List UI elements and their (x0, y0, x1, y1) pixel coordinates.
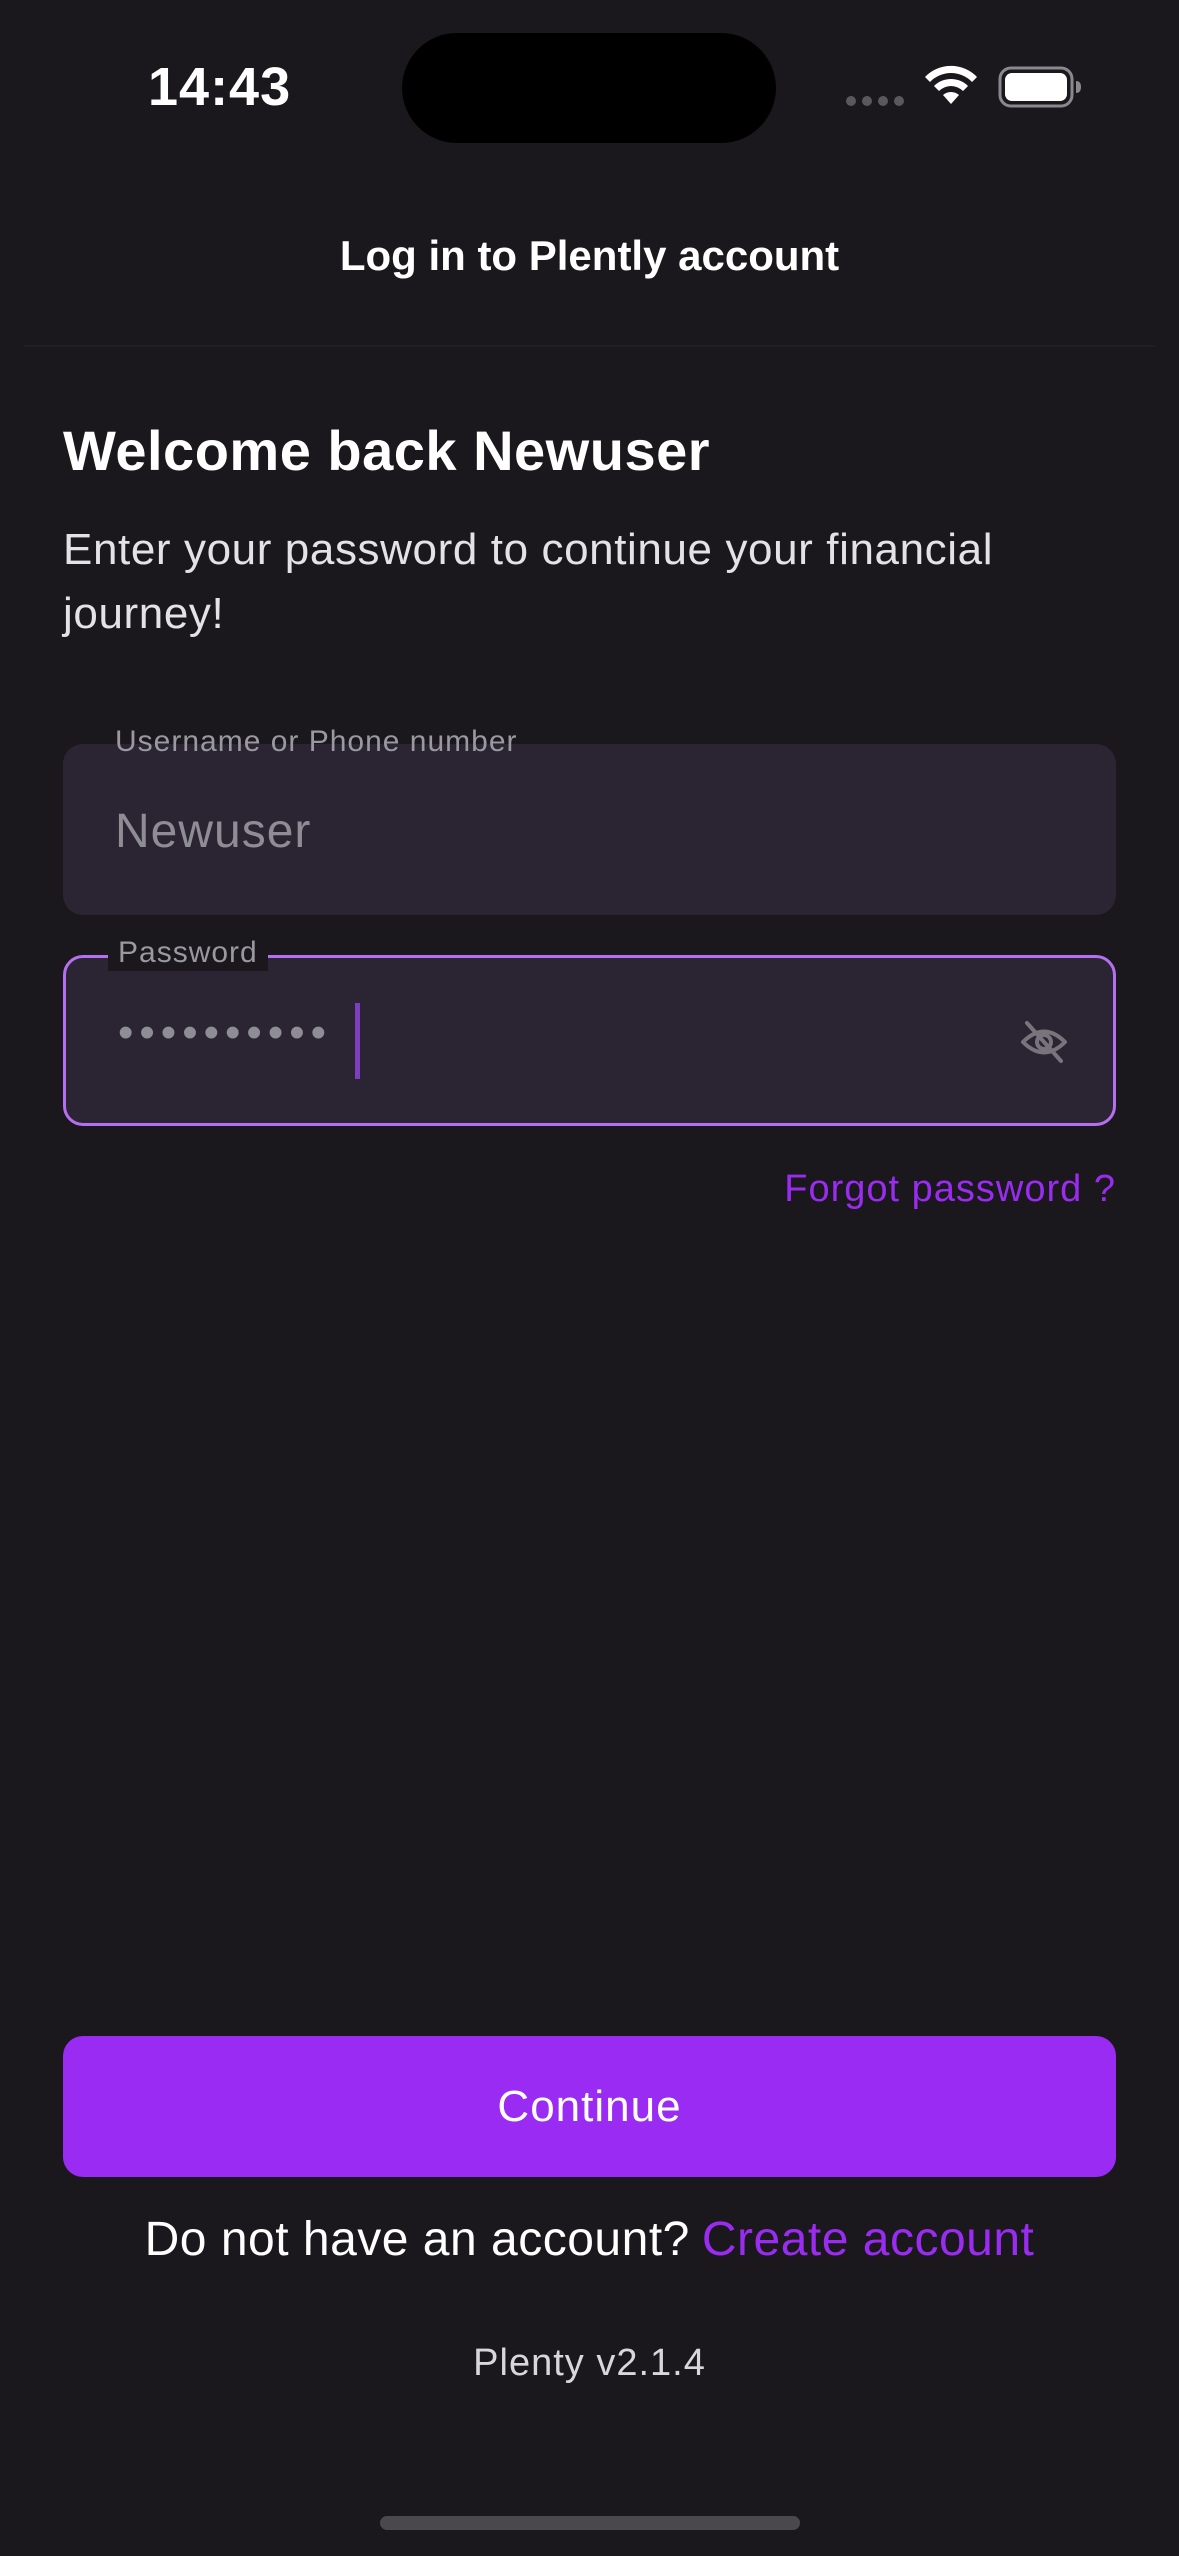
status-time: 14:43 (148, 57, 292, 117)
no-account-text: Do not have an account? (144, 2213, 690, 2266)
password-label: Password (108, 935, 268, 971)
signup-row: Do not have an account? Create account (0, 2212, 1179, 2267)
wifi-icon (925, 65, 977, 104)
header-divider (24, 345, 1155, 347)
username-value[interactable]: Newuser (115, 804, 311, 859)
username-label: Username or Phone number (115, 725, 518, 758)
welcome-subtitle: Enter your password to continue your fin… (63, 525, 994, 638)
battery-icon (998, 66, 1081, 108)
welcome-heading: Welcome back Newuser (63, 419, 711, 482)
page-title: Log in to Plently account (339, 232, 840, 279)
cellular-signal-icon (846, 96, 904, 106)
forgot-password-link[interactable]: Forgot password ? (784, 1168, 1116, 1211)
status-bar: 14:43 (0, 0, 1179, 180)
text-caret (355, 1003, 360, 1079)
dynamic-island (402, 33, 776, 143)
password-masked-value[interactable]: •••••••••• (118, 1008, 332, 1058)
eye-off-icon[interactable] (1019, 1019, 1069, 1065)
continue-button[interactable]: Continue (63, 2036, 1116, 2177)
home-indicator[interactable] (380, 2516, 800, 2530)
app-version: Plenty v2.1.4 (473, 2342, 706, 2384)
username-field[interactable]: Username or Phone number Newuser (63, 725, 1116, 915)
create-account-link[interactable]: Create account (702, 2213, 1035, 2266)
password-field[interactable]: Password •••••••••• (63, 935, 1116, 1126)
